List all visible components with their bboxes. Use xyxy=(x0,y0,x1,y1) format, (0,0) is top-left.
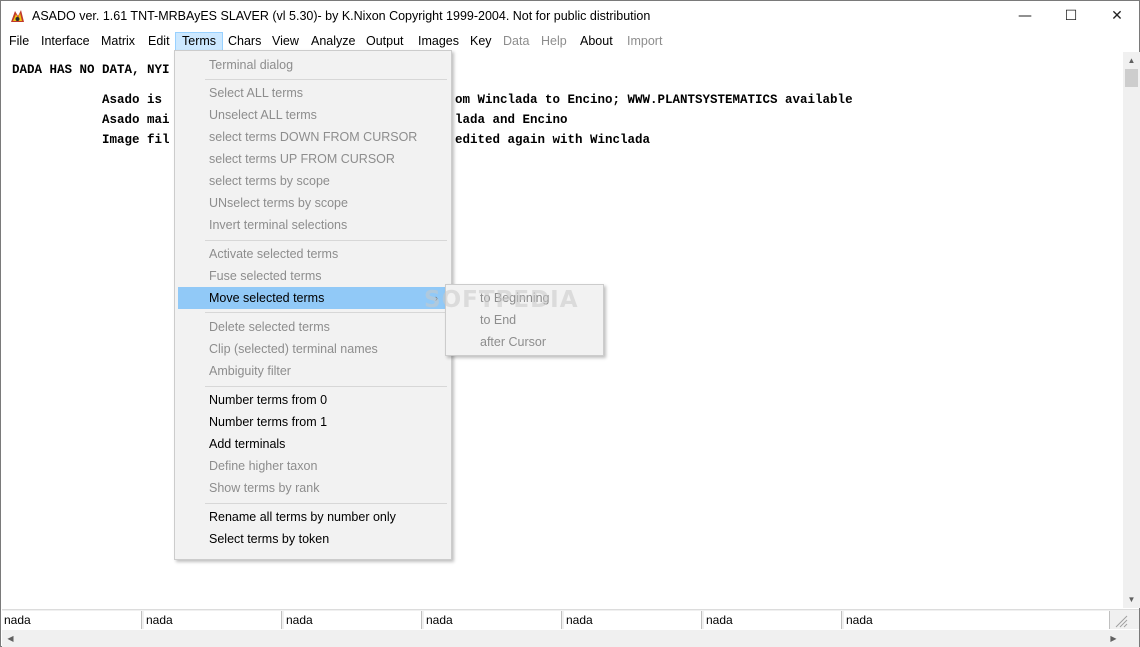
menu-separator xyxy=(205,386,447,387)
menu-edit[interactable]: Edit xyxy=(148,32,170,51)
menu-file[interactable]: File xyxy=(9,32,29,51)
status-cell-7: nada xyxy=(844,611,1110,629)
menu-item-terminal-dialog[interactable]: Terminal dialog xyxy=(178,54,448,76)
horizontal-scrollbar[interactable]: ◀ ▶ xyxy=(2,630,1139,647)
info-line-1-end: om Winclada to Encino; WWW.PLANTSYSTEMAT… xyxy=(455,93,853,107)
info-line-2-start: Asado mai xyxy=(102,113,170,127)
menu-item-activate-selected[interactable]: Activate selected terms xyxy=(178,243,448,265)
menu-images[interactable]: Images xyxy=(418,32,459,51)
menu-import[interactable]: Import xyxy=(627,32,662,51)
menu-view[interactable]: View xyxy=(272,32,299,51)
menu-item-rename-by-number[interactable]: Rename all terms by number only xyxy=(178,506,448,528)
menu-item-add-terminals[interactable]: Add terminals xyxy=(178,433,448,455)
menu-item-show-terms-by-rank[interactable]: Show terms by rank xyxy=(178,477,448,499)
maximize-button[interactable]: ☐ xyxy=(1048,1,1094,31)
menu-item-unselect-by-scope[interactable]: UNselect terms by scope xyxy=(178,192,448,214)
title-bar: ASADO ver. 1.61 TNT-MRBAyES SLAVER (vl 5… xyxy=(1,1,1139,31)
menu-separator xyxy=(205,79,447,80)
scroll-down-arrow-icon[interactable]: ▼ xyxy=(1123,591,1140,608)
status-cell-2: nada xyxy=(144,611,282,629)
resize-grip-icon[interactable] xyxy=(1112,612,1128,628)
window-title: ASADO ver. 1.61 TNT-MRBAyES SLAVER (vl 5… xyxy=(32,9,651,23)
minimize-button[interactable]: — xyxy=(1002,1,1048,31)
menu-data[interactable]: Data xyxy=(503,32,529,51)
asado-app-icon[interactable] xyxy=(9,8,26,25)
menu-bar: File Interface Matrix Edit Terms Chars V… xyxy=(1,31,1139,52)
menu-analyze[interactable]: Analyze xyxy=(311,32,355,51)
menu-item-fuse-selected[interactable]: Fuse selected terms xyxy=(178,265,448,287)
menu-key[interactable]: Key xyxy=(470,32,492,51)
menu-item-delete-selected[interactable]: Delete selected terms xyxy=(178,316,448,338)
menu-item-clip-terminal-names[interactable]: Clip (selected) terminal names xyxy=(178,338,448,360)
minimize-icon: — xyxy=(1018,8,1032,24)
submenu-item-after-cursor[interactable]: after Cursor xyxy=(449,331,600,353)
info-line-3-end: edited again with Winclada xyxy=(455,133,651,147)
vertical-scroll-thumb[interactable] xyxy=(1125,69,1138,87)
status-bar: nada nada nada nada nada nada nada xyxy=(2,609,1139,629)
maximize-icon: ☐ xyxy=(1064,8,1078,24)
menu-item-move-selected[interactable]: Move selected terms › xyxy=(178,287,448,309)
menu-item-invert-selections[interactable]: Invert terminal selections xyxy=(178,214,448,236)
menu-item-ambiguity-filter[interactable]: Ambiguity filter xyxy=(178,360,448,382)
menu-help[interactable]: Help xyxy=(541,32,567,51)
status-cell-4: nada xyxy=(424,611,562,629)
terms-dropdown-menu: Terminal dialog Select ALL terms Unselec… xyxy=(174,50,452,560)
menu-item-select-up-from-cursor[interactable]: select terms UP FROM CURSOR xyxy=(178,148,448,170)
menu-terms[interactable]: Terms xyxy=(175,32,224,51)
menu-about[interactable]: About xyxy=(580,32,613,51)
menu-item-move-selected-label: Move selected terms xyxy=(209,291,325,305)
scroll-right-arrow-icon[interactable]: ▶ xyxy=(1105,630,1122,647)
close-button[interactable]: ✕ xyxy=(1094,1,1140,31)
menu-item-select-all-terms[interactable]: Select ALL terms xyxy=(178,82,448,104)
menu-matrix[interactable]: Matrix xyxy=(101,32,135,51)
menu-separator xyxy=(205,312,447,313)
menu-interface[interactable]: Interface xyxy=(41,32,90,51)
scroll-up-arrow-icon[interactable]: ▲ xyxy=(1123,52,1140,69)
scroll-left-arrow-icon[interactable]: ◀ xyxy=(2,630,19,647)
menu-chars[interactable]: Chars xyxy=(228,32,261,51)
status-cell-6: nada xyxy=(704,611,842,629)
menu-item-number-from-0[interactable]: Number terms from 0 xyxy=(178,389,448,411)
watermark: SOFTPEDIA xyxy=(424,287,579,313)
info-line-1-start: Asado is xyxy=(102,93,163,107)
info-line-2-end: lada and Encino xyxy=(455,113,568,127)
status-cell-5: nada xyxy=(564,611,702,629)
menu-separator xyxy=(205,240,447,241)
menu-item-select-by-scope[interactable]: select terms by scope xyxy=(178,170,448,192)
menu-item-unselect-all-terms[interactable]: Unselect ALL terms xyxy=(178,104,448,126)
menu-item-define-higher-taxon[interactable]: Define higher taxon xyxy=(178,455,448,477)
menu-output[interactable]: Output xyxy=(366,32,404,51)
status-cell-3: nada xyxy=(284,611,422,629)
vertical-scrollbar[interactable]: ▲ ▼ xyxy=(1123,52,1140,608)
status-line: DADA HAS NO DATA, NYI xyxy=(12,63,170,77)
menu-item-number-from-1[interactable]: Number terms from 1 xyxy=(178,411,448,433)
info-line-3-start: Image fil xyxy=(102,133,170,147)
menu-separator xyxy=(205,503,447,504)
status-cell-1: nada xyxy=(2,611,142,629)
menu-item-select-down-from-cursor[interactable]: select terms DOWN FROM CURSOR xyxy=(178,126,448,148)
menu-item-select-by-token[interactable]: Select terms by token xyxy=(178,528,448,550)
close-icon: ✕ xyxy=(1111,8,1123,24)
